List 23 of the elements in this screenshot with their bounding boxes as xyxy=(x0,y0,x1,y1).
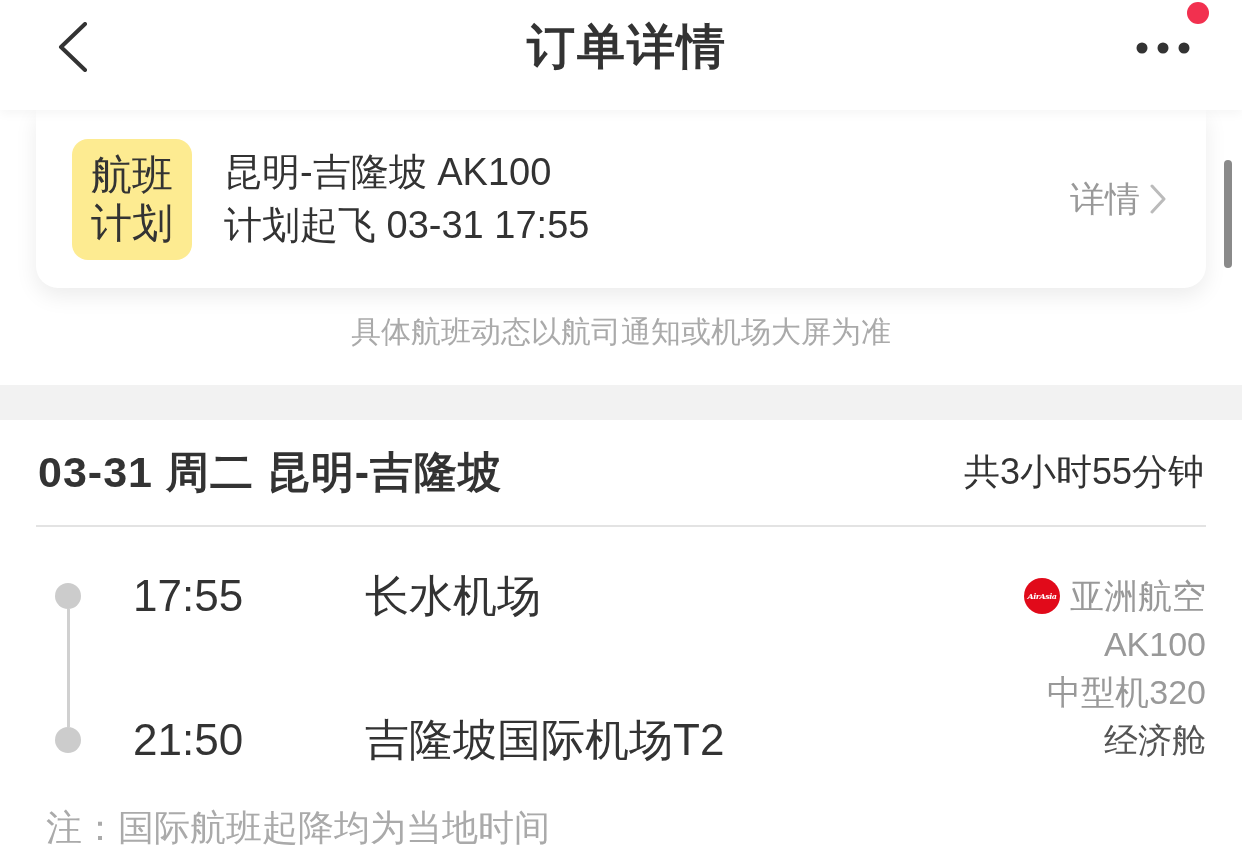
timeline-dot-icon xyxy=(55,583,81,609)
flight-time: 17:55 xyxy=(133,571,244,621)
segment-title: 03-31 周二 昆明-吉隆坡 xyxy=(38,446,503,498)
more-icon xyxy=(1136,42,1190,54)
airline-logo: AirAsia xyxy=(1024,578,1060,614)
disclaimer-text: 具体航班动态以航司通知或机场大屏为准 xyxy=(351,314,891,350)
flight-duration: 共3小时55分钟 xyxy=(963,450,1204,494)
departure-time-text: 计划起飞 03-31 17:55 xyxy=(224,203,590,248)
flight-number: AK100 xyxy=(1103,624,1206,665)
local-time-note: 注：国际航班起降均为当地时间 xyxy=(46,808,550,848)
flight-time: 21:50 xyxy=(133,715,244,765)
airport-name: 吉隆坡国际机场T2 xyxy=(365,715,725,765)
timeline-dot-icon xyxy=(55,727,81,753)
chevron-right-icon xyxy=(1150,184,1166,214)
flight-route-text: 昆明-吉隆坡 AK100 xyxy=(224,150,552,195)
page-title: 订单详情 xyxy=(527,19,727,75)
airline-name: 亚洲航空 xyxy=(1070,576,1206,617)
aircraft-type: 中型机320 xyxy=(1047,672,1206,713)
details-link[interactable]: 详情 xyxy=(1070,175,1166,223)
flight-plan-badge: 航班 计划 xyxy=(72,138,192,260)
back-icon xyxy=(58,22,88,72)
cabin-class: 经济舱 xyxy=(1104,720,1206,761)
airport-name: 长水机场 xyxy=(365,571,541,621)
